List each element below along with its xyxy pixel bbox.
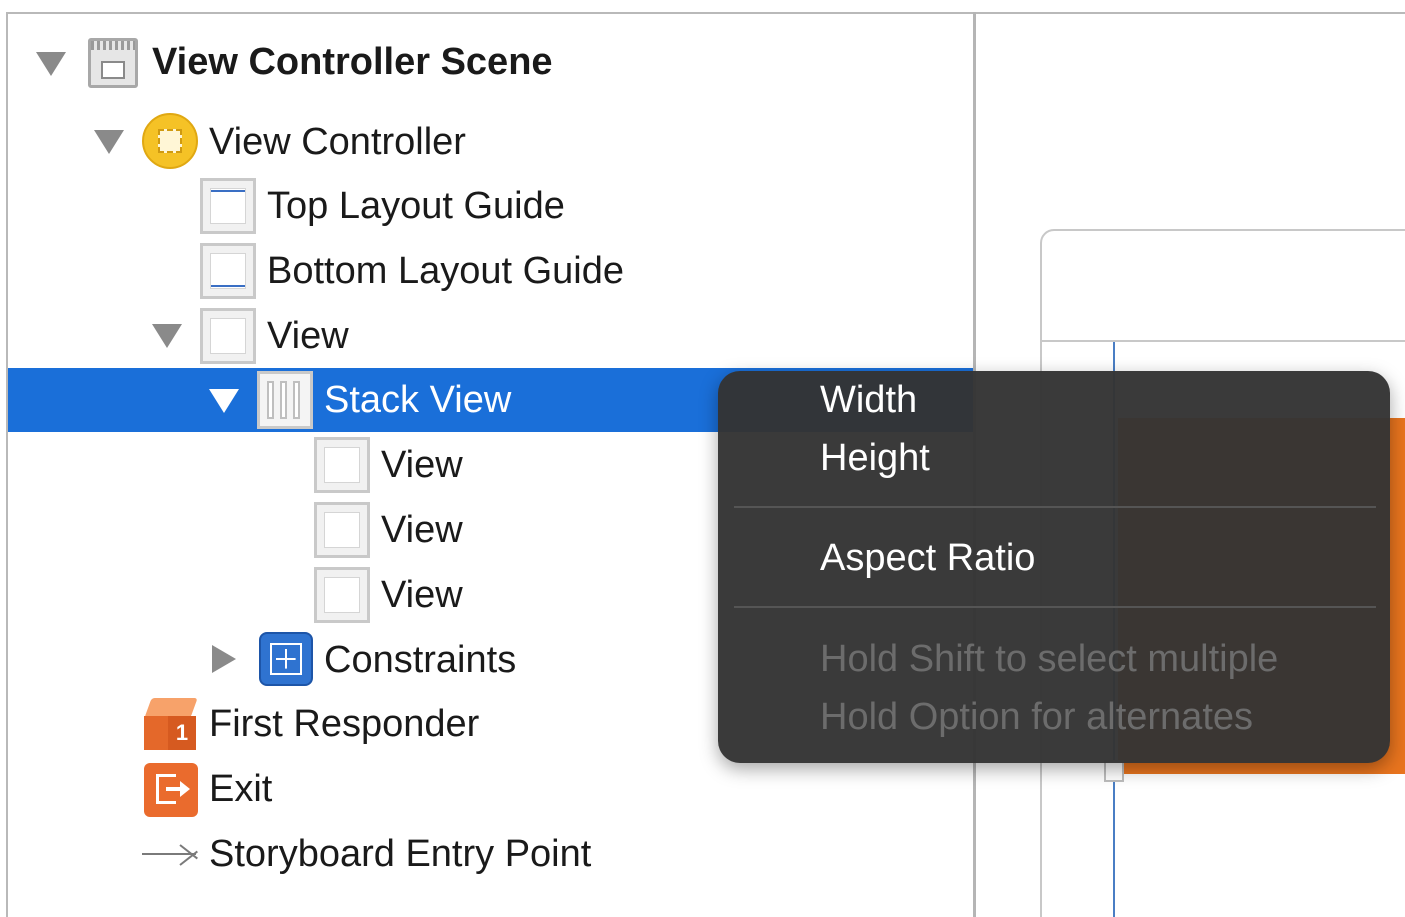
exit-label: Exit bbox=[209, 768, 273, 810]
view-icon bbox=[314, 502, 370, 558]
triangle-right-icon[interactable] bbox=[212, 645, 236, 673]
exit-icon bbox=[144, 763, 198, 817]
scene-title: View Controller Scene bbox=[152, 41, 553, 83]
menu-separator bbox=[734, 606, 1376, 608]
outline-row-scene[interactable]: View Controller Scene bbox=[8, 30, 973, 94]
outline-row-exit[interactable]: Exit bbox=[8, 757, 973, 821]
outline-row-top-layout-guide[interactable]: Top Layout Guide bbox=[8, 174, 973, 238]
first-responder-label: First Responder bbox=[209, 703, 480, 745]
arrow-right-icon bbox=[142, 834, 202, 874]
outline-row-entry-point[interactable]: Storyboard Entry Point bbox=[8, 822, 973, 886]
triangle-down-icon[interactable] bbox=[94, 130, 124, 154]
constraints-icon bbox=[259, 632, 313, 686]
stack-child-label: View bbox=[381, 574, 463, 616]
layout-guide-icon bbox=[200, 243, 256, 299]
view-icon bbox=[314, 567, 370, 623]
outline-top-border bbox=[6, 12, 1405, 14]
menu-item-height[interactable]: Height bbox=[820, 436, 930, 480]
entry-point-label: Storyboard Entry Point bbox=[209, 833, 592, 875]
interface-builder-window: View Controller Scene View Controller To… bbox=[0, 0, 1405, 917]
view-controller-icon bbox=[142, 113, 198, 169]
view-icon bbox=[200, 308, 256, 364]
layout-guide-icon bbox=[200, 178, 256, 234]
canvas-resize-handle[interactable] bbox=[1104, 760, 1124, 782]
canvas-scene-separator bbox=[1042, 340, 1405, 342]
menu-hint-shift: Hold Shift to select multiple bbox=[820, 638, 1279, 680]
view-label: View bbox=[267, 315, 349, 357]
bottom-layout-guide-label: Bottom Layout Guide bbox=[267, 250, 624, 292]
outline-row-view[interactable]: View bbox=[8, 304, 973, 368]
stack-view-label: Stack View bbox=[324, 379, 512, 421]
stack-view-icon bbox=[257, 371, 313, 429]
scene-icon bbox=[88, 38, 138, 88]
menu-separator bbox=[734, 506, 1376, 508]
first-responder-icon: 1 bbox=[144, 698, 198, 752]
triangle-down-icon[interactable] bbox=[152, 324, 182, 348]
menu-item-aspect-ratio[interactable]: Aspect Ratio bbox=[820, 536, 1035, 580]
outline-row-bottom-layout-guide[interactable]: Bottom Layout Guide bbox=[8, 239, 973, 303]
stack-child-label: View bbox=[381, 509, 463, 551]
stack-child-label: View bbox=[381, 444, 463, 486]
constraint-popup-menu: Width Height Aspect Ratio Hold Shift to … bbox=[718, 371, 1390, 763]
menu-item-width[interactable]: Width bbox=[820, 378, 917, 422]
triangle-down-icon[interactable] bbox=[36, 52, 66, 76]
top-layout-guide-label: Top Layout Guide bbox=[267, 185, 565, 227]
view-controller-label: View Controller bbox=[209, 121, 466, 163]
outline-row-view-controller[interactable]: View Controller bbox=[8, 110, 973, 174]
menu-hint-option: Hold Option for alternates bbox=[820, 696, 1254, 738]
view-icon bbox=[314, 437, 370, 493]
triangle-down-icon[interactable] bbox=[209, 389, 239, 413]
constraints-label: Constraints bbox=[324, 639, 517, 681]
